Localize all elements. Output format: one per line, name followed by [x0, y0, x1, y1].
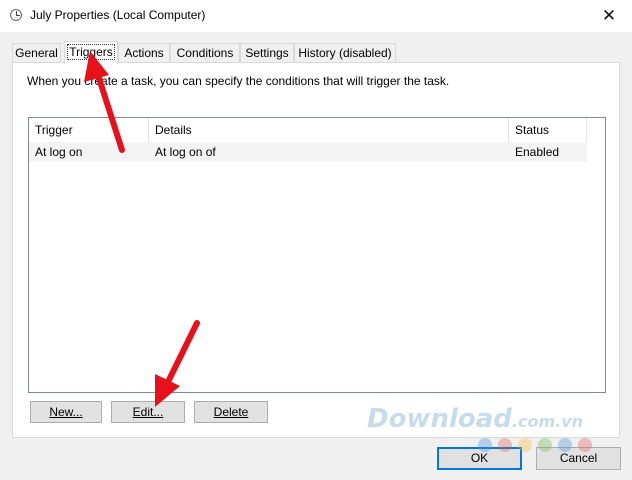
tab-conditions-label: Conditions — [176, 46, 234, 60]
new-button-label: New... — [49, 405, 83, 419]
column-header-status[interactable]: Status — [509, 118, 587, 142]
delete-button[interactable]: Delete — [194, 401, 268, 423]
title-bar: July Properties (Local Computer) ✕ — [0, 0, 632, 32]
tab-actions-label: Actions — [124, 46, 164, 60]
watermark-logo: Download.com.vn — [367, 404, 583, 434]
triggers-list[interactable]: Trigger Details Status At log on At log … — [28, 117, 606, 393]
column-header-trigger[interactable]: Trigger — [29, 118, 149, 142]
watermark-dot — [498, 438, 512, 452]
watermark-dot — [558, 438, 572, 452]
tab-settings[interactable]: Settings — [240, 43, 294, 63]
edit-button[interactable]: Edit... — [111, 401, 185, 423]
new-button[interactable]: New... — [30, 401, 102, 423]
details-cell: At log on of — [155, 145, 216, 159]
column-header-details[interactable]: Details — [149, 118, 509, 142]
watermark-dot — [578, 438, 592, 452]
status-cell: Enabled — [515, 145, 560, 159]
clock-icon — [10, 9, 22, 21]
properties-dialog: July Properties (Local Computer) ✕ Gener… — [0, 0, 632, 480]
window-title: July Properties (Local Computer) — [30, 8, 206, 22]
tab-settings-label: Settings — [245, 46, 289, 60]
watermark-dot — [538, 438, 552, 452]
tab-history[interactable]: History (disabled) — [294, 43, 396, 63]
watermark-dot — [478, 438, 492, 452]
triggers-description: When you create a task, you can specify … — [27, 74, 450, 88]
table-row[interactable]: At log on At log on of Enabled — [29, 142, 587, 162]
tab-triggers-label: Triggers — [67, 44, 115, 60]
tab-general[interactable]: General — [12, 43, 61, 63]
tab-actions[interactable]: Actions — [118, 43, 170, 63]
trigger-cell: At log on — [35, 145, 83, 159]
tab-general-label: General — [15, 46, 58, 60]
edit-button-label: Edit... — [132, 405, 164, 419]
tab-triggers[interactable]: Triggers — [64, 41, 118, 64]
close-button[interactable]: ✕ — [586, 0, 632, 31]
delete-button-label: Delete — [213, 405, 249, 419]
tab-history-label: History (disabled) — [298, 46, 392, 60]
watermark-suffix: .com.vn — [511, 412, 584, 431]
watermark-text: Download — [367, 404, 512, 434]
triggers-panel: When you create a task, you can specify … — [12, 62, 620, 438]
watermark-dot — [518, 438, 532, 452]
tab-conditions[interactable]: Conditions — [170, 43, 240, 63]
list-header: Trigger Details Status — [29, 118, 587, 142]
